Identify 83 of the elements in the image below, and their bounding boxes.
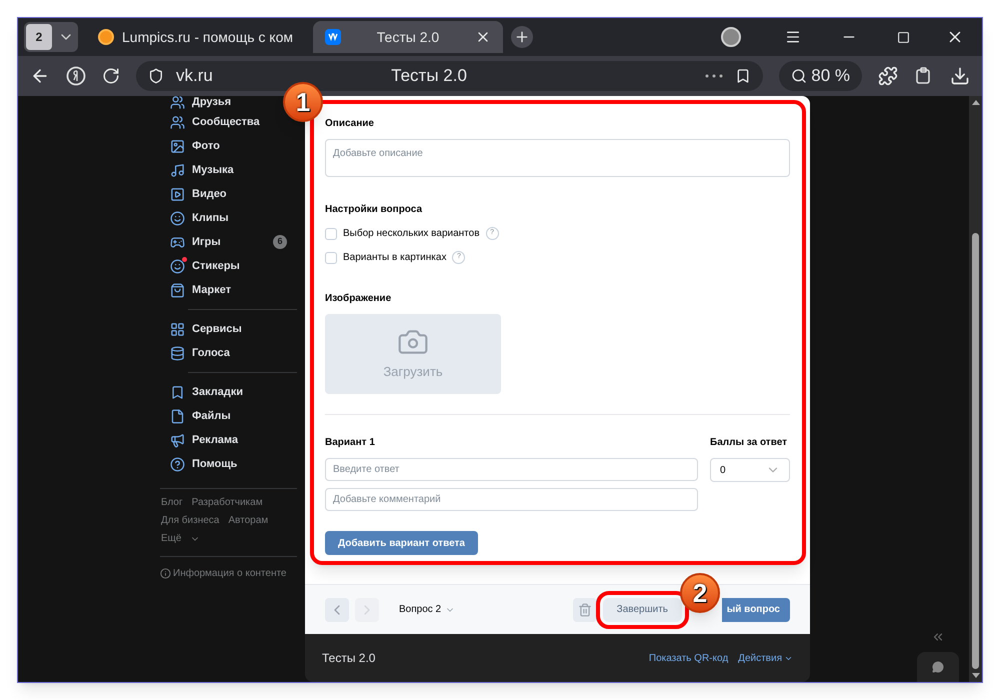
menu-icon[interactable]	[785, 29, 801, 45]
answer-field[interactable]: Введите ответ	[325, 458, 698, 481]
finish-button[interactable]: Завершить	[602, 598, 682, 622]
qr-link[interactable]: Показать QR-код	[648, 650, 728, 666]
grid-icon	[170, 322, 185, 336]
zoom-button[interactable]: 80 %	[779, 61, 862, 91]
sidebar-item[interactable]: Маркет	[160, 278, 241, 302]
actions-link[interactable]: Действия	[738, 650, 793, 666]
download-icon[interactable]	[950, 66, 970, 86]
sidebar-item[interactable]: Друзья	[160, 96, 242, 110]
reload-icon[interactable]	[102, 67, 120, 85]
people-icon	[170, 114, 185, 130]
play-icon	[170, 186, 185, 202]
sidebar-item[interactable]: Помощь	[160, 452, 248, 476]
scroll-down-icon[interactable]	[972, 673, 980, 678]
question-dropdown[interactable]: Вопрос 2	[399, 602, 456, 617]
url-text: vk.ru	[176, 65, 213, 88]
gamepad-icon	[170, 234, 185, 250]
footer-link[interactable]: Авторам	[228, 513, 268, 528]
page-title: Тесты 2.0	[390, 65, 468, 88]
sidebar-item[interactable]: Сервисы	[160, 317, 252, 341]
bookmark-icon	[170, 384, 185, 400]
option-label: Варианты в картинках	[343, 251, 446, 265]
sidebar-item[interactable]: Сообщества	[160, 110, 270, 134]
footer-title: Тесты 2.0	[322, 650, 376, 667]
section-label: Баллы за ответ	[710, 436, 788, 450]
checkbox[interactable]	[325, 252, 337, 264]
chat-button[interactable]	[917, 652, 959, 682]
footer-link[interactable]: Для бизнеса	[161, 513, 220, 528]
vk-logo-icon	[324, 29, 341, 45]
picture-icon	[170, 138, 185, 154]
section-label: Изображение	[325, 292, 392, 306]
sidebar-item[interactable]: Голоса	[160, 341, 240, 365]
section-label: Настройки вопроса	[325, 203, 424, 217]
step-badge: 1	[283, 82, 323, 122]
puzzle-icon[interactable]	[878, 66, 898, 86]
delete-button[interactable]	[572, 598, 597, 622]
section-label: Описание	[325, 117, 375, 131]
sidebar-item[interactable]: Стикеры	[160, 254, 250, 278]
browser-tab[interactable]: Тесты 2.0	[312, 21, 503, 53]
sidebar-item[interactable]: Реклама	[160, 428, 248, 452]
footer-link[interactable]: Разработчикам	[192, 495, 263, 510]
info-icon	[160, 568, 171, 579]
maximize-icon[interactable]	[897, 30, 910, 44]
sidebar-item[interactable]: Клипы	[160, 206, 239, 230]
points-dropdown[interactable]: 0	[710, 458, 790, 482]
music-icon	[170, 162, 185, 178]
checkbox[interactable]	[325, 228, 337, 240]
scrollbar[interactable]	[969, 96, 982, 682]
address-field[interactable]: vk.ru Тесты 2.0	[136, 61, 764, 91]
sidebar-item[interactable]: Файлы	[160, 404, 241, 428]
browser-tab[interactable]: Lumpics.ru - помощь с ком	[86, 21, 305, 53]
more-icon[interactable]	[705, 74, 724, 78]
smile-icon	[170, 258, 185, 274]
sidebar-item[interactable]: Видео	[160, 182, 237, 206]
sidebar-item[interactable]: Закладки	[160, 380, 254, 404]
site-logo-icon	[98, 29, 114, 45]
file-icon	[170, 408, 185, 424]
stack-icon	[170, 346, 185, 360]
option-label: Выбор нескольких вариантов	[343, 227, 480, 241]
count-badge: 6	[273, 235, 287, 249]
new-question-button[interactable]: ый вопрос	[722, 598, 790, 622]
yandex-icon[interactable]	[66, 66, 86, 86]
section-label: Вариант 1	[325, 436, 376, 450]
sidebar-item[interactable]: Игры 6	[160, 230, 297, 254]
add-variant-button[interactable]: Добавить вариант ответа	[325, 531, 478, 555]
sidebar-item[interactable]: Фото	[160, 134, 230, 158]
zoom-icon[interactable]	[791, 68, 808, 84]
smile-icon	[170, 210, 185, 226]
megaphone-icon	[170, 432, 185, 448]
shield-icon	[148, 68, 164, 84]
content-info-link[interactable]: Информация о контенте	[173, 566, 286, 581]
people-icon	[170, 95, 185, 110]
bag-icon	[170, 282, 185, 298]
sidebar-item[interactable]: Музыка	[160, 158, 244, 182]
bookmark-icon[interactable]	[735, 68, 752, 84]
chat-icon[interactable]	[932, 661, 944, 673]
scroll-up-icon[interactable]	[972, 100, 980, 105]
help-icon	[170, 456, 185, 472]
tab-count-button[interactable]: 2	[26, 24, 52, 50]
avatar-icon[interactable]	[721, 27, 741, 47]
footer-link[interactable]: Ещё	[161, 531, 182, 546]
footer-link[interactable]: Блог	[161, 495, 183, 510]
